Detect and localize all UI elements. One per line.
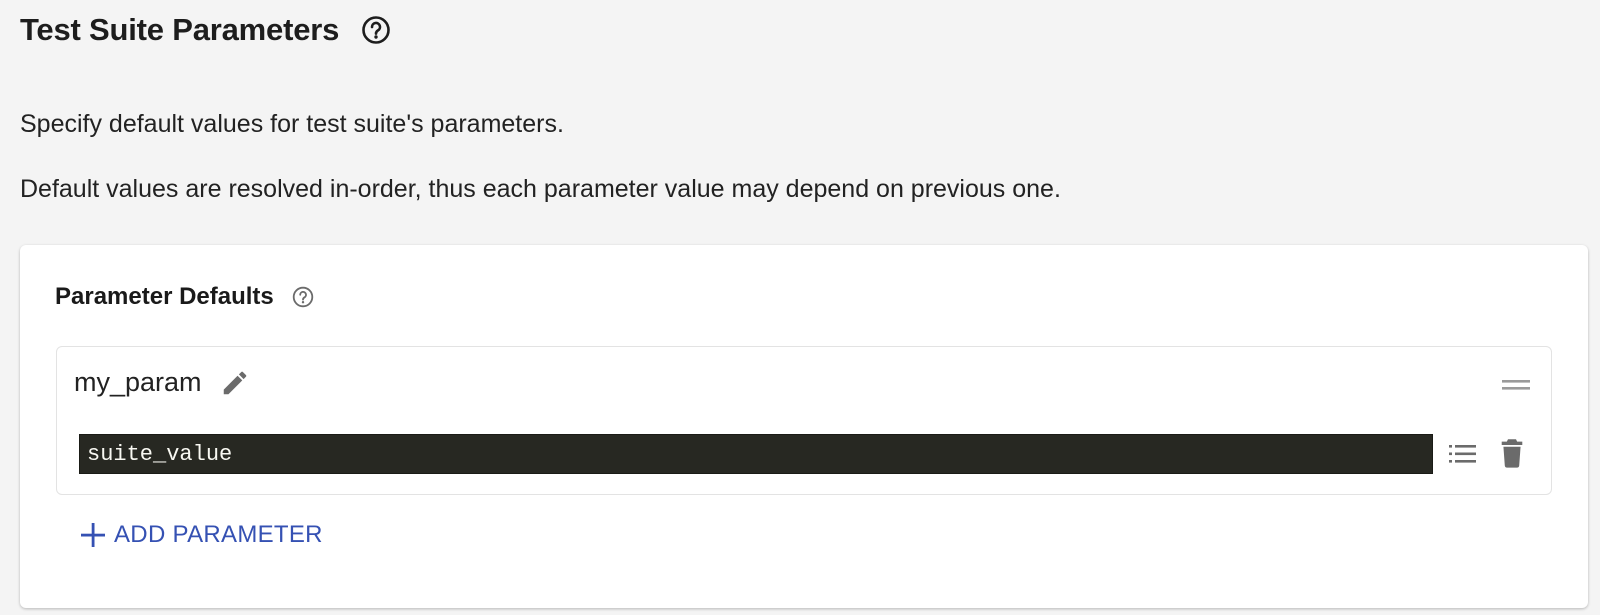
card-title: Parameter Defaults (55, 283, 274, 310)
add-parameter-label: ADD PARAMETER (114, 521, 323, 548)
drag-handle-icon[interactable] (1501, 375, 1531, 395)
page-title: Test Suite Parameters (20, 12, 340, 47)
edit-icon[interactable] (220, 368, 250, 398)
description-line-2: Default values are resolved in-order, th… (20, 175, 1061, 203)
help-circle-icon[interactable] (361, 15, 391, 45)
help-circle-icon[interactable] (292, 286, 314, 308)
parameter-row: my_param suite_value (56, 346, 1552, 495)
delete-icon[interactable] (1498, 437, 1526, 469)
page-header: Test Suite Parameters (20, 12, 391, 48)
card-header: Parameter Defaults (55, 283, 314, 311)
add-parameter-button[interactable]: ADD PARAMETER (76, 515, 327, 555)
parameter-value-editor[interactable]: suite_value (79, 434, 1433, 474)
parameter-name: my_param (74, 367, 202, 397)
description-line-1: Specify default values for test suite's … (20, 110, 564, 138)
plus-icon (80, 522, 106, 548)
parameter-name-wrap: my_param (74, 367, 250, 398)
parameter-defaults-card: Parameter Defaults my_param suite_value … (20, 245, 1588, 608)
list-icon[interactable] (1448, 441, 1478, 467)
